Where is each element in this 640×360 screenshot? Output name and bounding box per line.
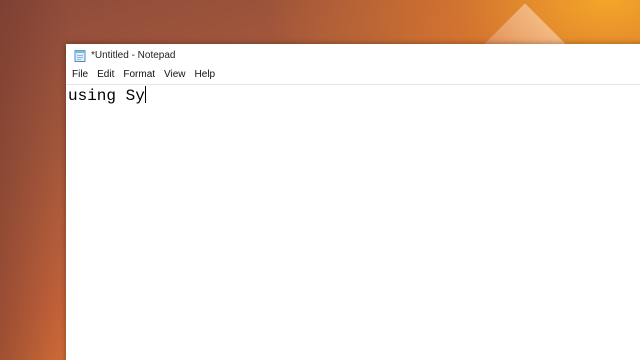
menu-view[interactable]: View: [160, 66, 190, 84]
text-editor-area[interactable]: using Sy: [66, 84, 640, 360]
desktop-shadow: [0, 0, 70, 360]
title-bar[interactable]: *Untitled - Notepad: [66, 44, 640, 66]
menu-bar: File Edit Format View Help: [66, 66, 640, 84]
editor-text: using Sy: [68, 87, 145, 105]
menu-file[interactable]: File: [68, 66, 92, 84]
menu-format[interactable]: Format: [119, 66, 159, 84]
menu-help[interactable]: Help: [191, 66, 220, 84]
text-caret: [144, 86, 146, 103]
notepad-window: *Untitled - Notepad File Edit Format Vie…: [66, 44, 640, 360]
window-title: *Untitled - Notepad: [91, 49, 176, 61]
menu-edit[interactable]: Edit: [93, 66, 118, 84]
notepad-icon: [74, 49, 86, 62]
